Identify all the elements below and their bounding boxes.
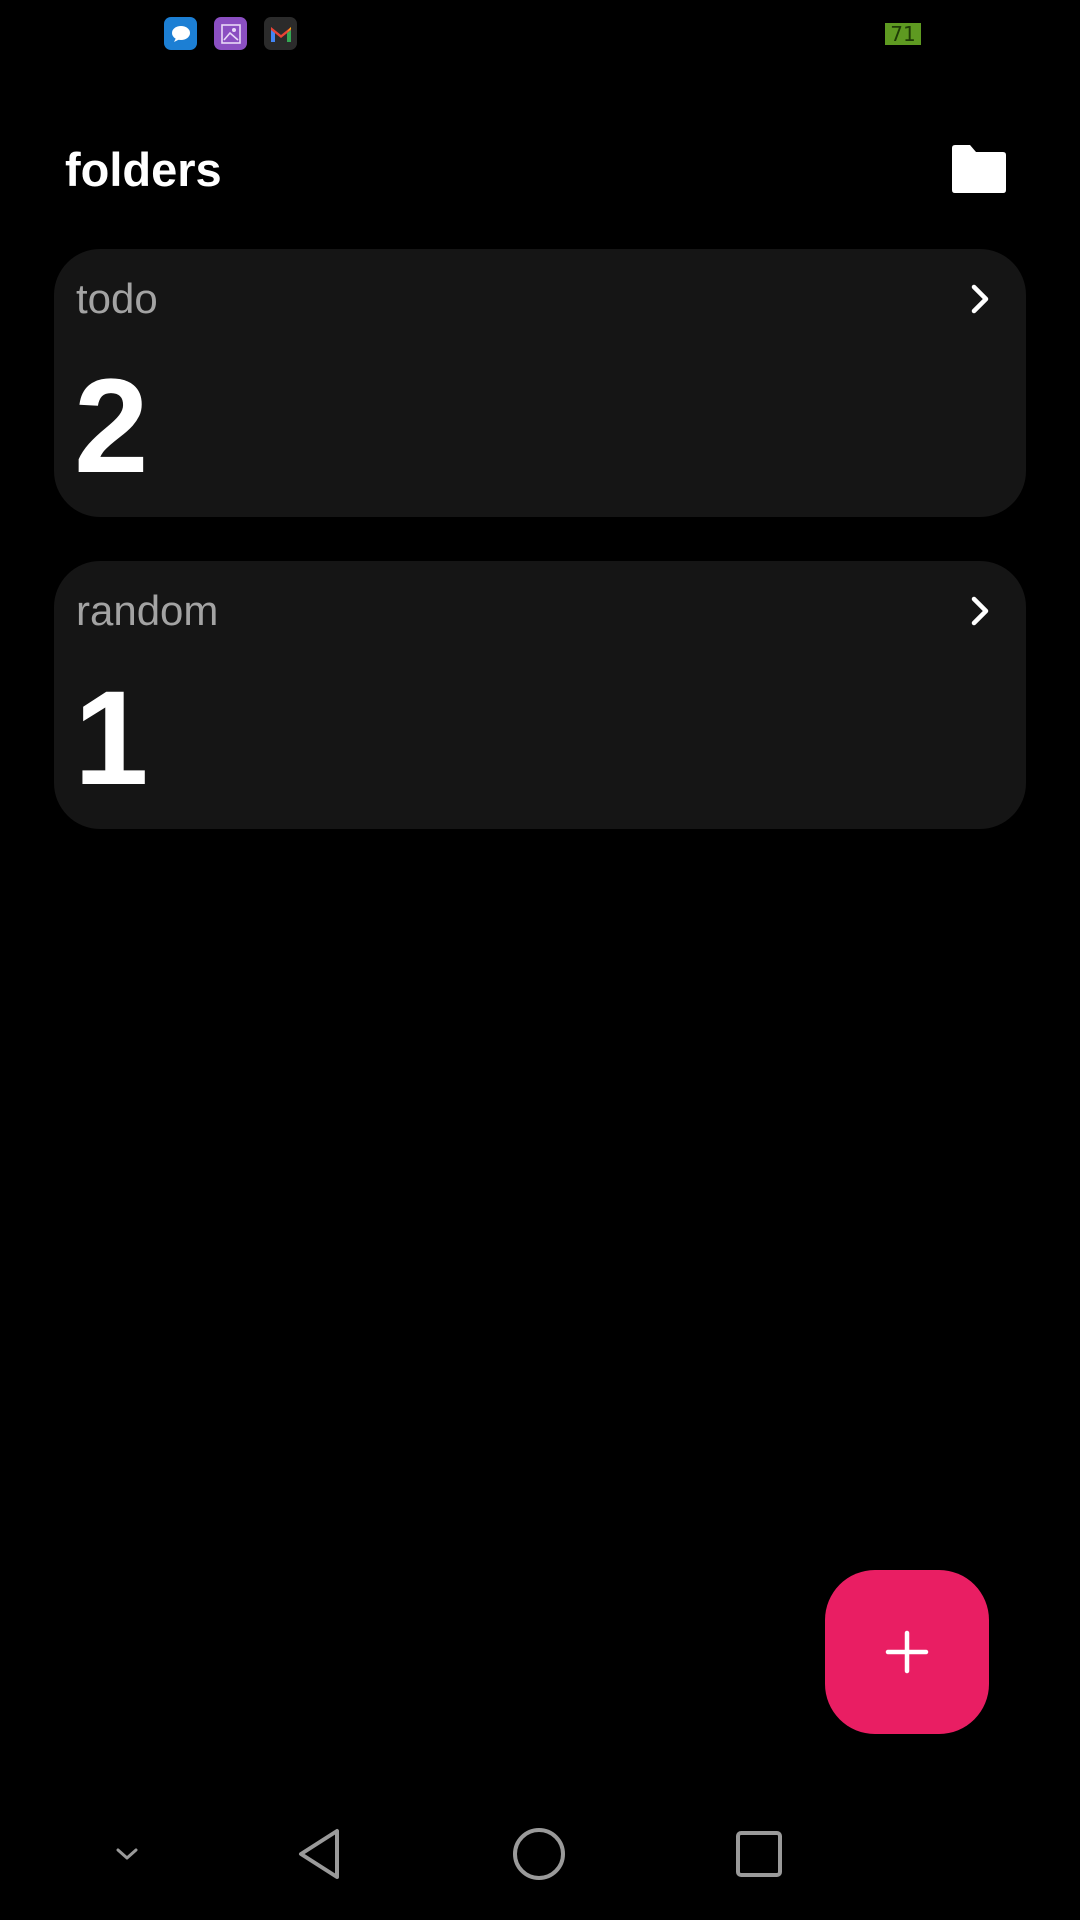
back-button[interactable]	[285, 1824, 355, 1884]
chevron-down-icon	[116, 1848, 138, 1860]
home-icon	[513, 1828, 565, 1880]
recents-button[interactable]	[724, 1824, 794, 1884]
folder-count: 1	[74, 664, 149, 813]
screen: 71 folders todo 2 random 1	[0, 0, 1080, 1920]
back-icon	[299, 1829, 339, 1879]
battery-indicator: 71	[885, 23, 921, 45]
messages-icon	[164, 17, 197, 50]
folder-name: random	[76, 587, 219, 634]
folder-name: todo	[76, 275, 158, 322]
home-button[interactable]	[504, 1824, 574, 1884]
chevron-right-icon	[971, 596, 989, 626]
chevron-right-icon	[971, 284, 989, 314]
gallery-icon	[214, 17, 247, 50]
folder-icon	[952, 145, 1006, 193]
folder-count: 2	[74, 352, 149, 501]
add-folder-button[interactable]	[825, 1570, 989, 1734]
status-bar: 71	[0, 0, 1080, 68]
folder-list: todo 2 random 1	[54, 249, 1026, 873]
plus-icon	[885, 1630, 929, 1674]
folder-card-random[interactable]: random 1	[54, 561, 1026, 829]
folder-card-todo[interactable]: todo 2	[54, 249, 1026, 517]
gmail-icon	[264, 17, 297, 50]
folder-button[interactable]	[946, 140, 1010, 198]
recents-icon	[736, 1831, 782, 1877]
page-title: folders	[65, 143, 222, 196]
navigation-bar	[0, 1800, 1080, 1920]
collapse-button[interactable]	[92, 1824, 162, 1884]
